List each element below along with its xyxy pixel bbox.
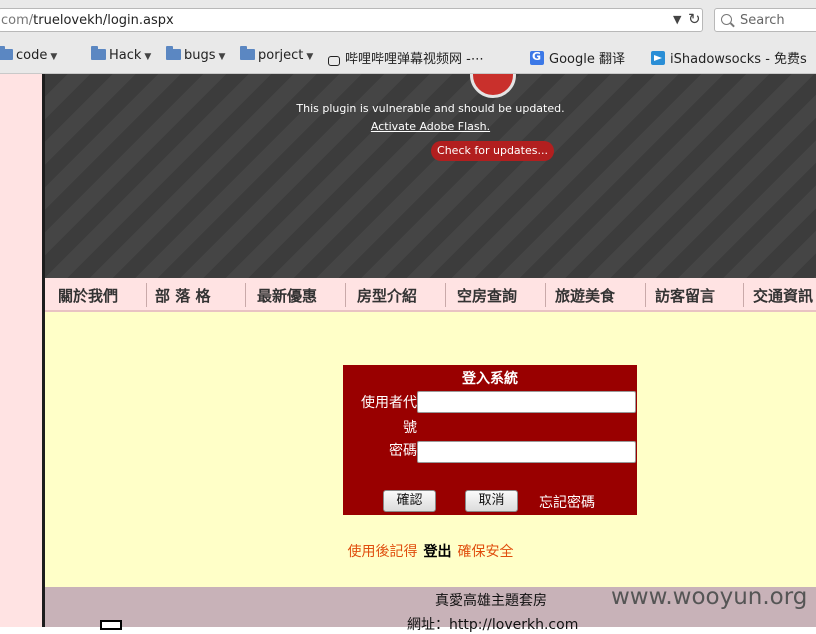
chevron-down-icon: ▼	[144, 52, 152, 62]
login-title: 登入系統	[462, 371, 518, 387]
plugin-blocked-icon	[470, 74, 516, 98]
bookmark-folder-code[interactable]: code ▼	[0, 46, 58, 63]
nav-promotions[interactable]: 最新優惠	[257, 285, 317, 306]
check-updates-button[interactable]: Check for updates...	[431, 141, 554, 161]
folder-icon	[240, 46, 255, 60]
logout-reminder: 使用後記得 登出 確保安全	[45, 541, 816, 561]
nav-divider	[245, 283, 246, 307]
login-form: 登入系統 使用者代號 密碼 確認 取消 忘記密碼	[343, 365, 637, 515]
reminder-text-right: 確保安全	[457, 544, 514, 560]
search-placeholder: Search	[740, 13, 785, 28]
site-nav: 關於我們 部 落 格 最新優惠 房型介紹 空房查詢 旅遊美食 訪客留言 交通資訊	[45, 278, 816, 312]
confirm-button[interactable]: 確認	[383, 490, 436, 512]
bookmark-ishadowsocks[interactable]: iShadowsocks - 免费s	[651, 48, 807, 67]
cancel-button[interactable]: 取消	[465, 490, 518, 512]
nav-vacancy[interactable]: 空房查詢	[457, 285, 517, 306]
chevron-down-icon: ▼	[218, 52, 226, 62]
chevron-down-icon: ▼	[50, 52, 58, 62]
plugin-warning-text: This plugin is vulnerable and should be …	[296, 102, 565, 115]
nav-blog[interactable]: 部 落 格	[155, 285, 210, 306]
logout-link[interactable]: 登出	[424, 544, 452, 560]
nav-divider	[545, 283, 546, 307]
history-dropdown-icon[interactable]: ▼	[673, 13, 681, 26]
username-label: 使用者代號	[361, 395, 417, 436]
url-text: com/truelovekh/login.aspx	[1, 13, 174, 28]
nav-room-types[interactable]: 房型介紹	[357, 285, 417, 306]
watermark: www.wooyun.org	[611, 584, 808, 610]
google-translate-icon	[530, 50, 544, 65]
url-bar[interactable]: com/truelovekh/login.aspx ▼ ↻	[0, 8, 703, 32]
forgot-password-link[interactable]: 忘記密碼	[539, 492, 595, 512]
password-input[interactable]	[417, 441, 636, 463]
search-bar[interactable]: Search	[714, 8, 816, 32]
nav-transport[interactable]: 交通資訊	[753, 285, 813, 306]
folder-icon	[0, 46, 13, 60]
nav-divider	[645, 283, 646, 307]
chevron-down-icon: ▼	[306, 52, 314, 62]
bookmark-folder-bugs[interactable]: bugs ▼	[166, 46, 226, 63]
folder-icon	[166, 46, 181, 60]
site-footer: 真愛高雄主題套房 網址：http://loverkh.com www.wooyu…	[45, 584, 816, 633]
folder-icon	[91, 46, 106, 60]
image-placeholder-icon	[100, 620, 122, 630]
nav-divider	[743, 283, 744, 307]
nav-divider	[146, 283, 147, 307]
bookmark-google-translate[interactable]: Google 翻译	[530, 48, 625, 67]
bookmark-bilibili[interactable]: 哔哩哔哩弹幕视频网 -⋯	[328, 48, 484, 67]
page-left-margin	[0, 74, 42, 627]
reload-icon[interactable]: ↻	[688, 10, 701, 28]
nav-divider	[445, 283, 446, 307]
nav-guestbook[interactable]: 訪客留言	[655, 285, 715, 306]
nav-travel-food[interactable]: 旅遊美食	[555, 285, 615, 306]
footer-address: 網址：http://loverkh.com	[407, 617, 579, 633]
footer-title: 真愛高雄主題套房	[435, 593, 547, 609]
bilibili-tv-icon	[328, 56, 340, 66]
bookmark-folder-hack[interactable]: Hack ▼	[91, 46, 152, 63]
activate-flash-link[interactable]: Activate Adobe Flash.	[45, 120, 816, 133]
nav-divider	[345, 283, 346, 307]
main-content: 登入系統 使用者代號 密碼 確認 取消 忘記密碼 使用後記得 登出 確保安全	[45, 312, 816, 587]
nav-about[interactable]: 關於我們	[58, 285, 118, 306]
password-label: 密碼	[389, 443, 417, 459]
bookmarks-toolbar: code ▼ Hack ▼ bugs ▼ porject ▼ 哔哩哔哩弹幕视频网 -⋯ …	[0, 40, 816, 74]
flash-plugin-placeholder: This plugin is vulnerable and should be …	[45, 74, 816, 278]
paper-plane-icon	[651, 51, 665, 65]
search-icon	[721, 14, 732, 25]
browser-toolbar: com/truelovekh/login.aspx ▼ ↻ Search	[0, 0, 816, 40]
bookmark-folder-porject[interactable]: porject ▼	[240, 46, 314, 63]
username-input[interactable]	[417, 391, 636, 413]
reminder-text-left: 使用後記得	[347, 544, 418, 560]
